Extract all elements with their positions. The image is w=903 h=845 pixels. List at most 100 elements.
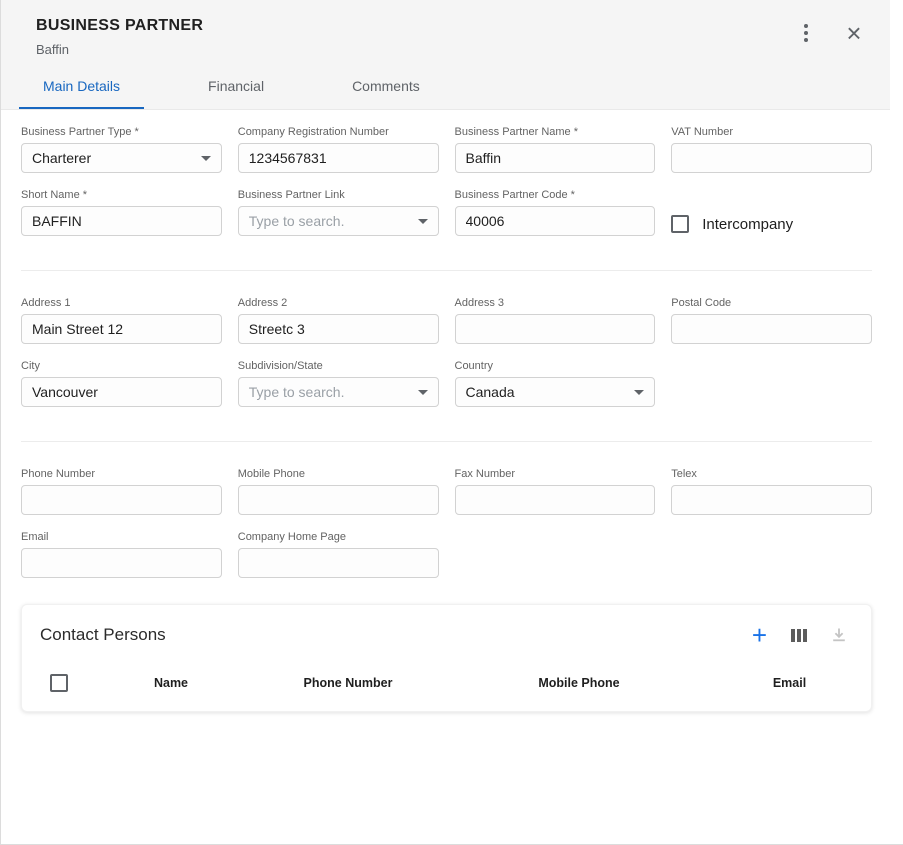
contact-section: Phone Number Mobile Phone Fax Number Tel… (21, 468, 872, 578)
field-label: Postal Code (671, 297, 872, 309)
chevron-down-icon (201, 156, 211, 161)
intercompany-label: Intercompany (702, 216, 793, 233)
tab-financial[interactable]: Financial (184, 65, 288, 109)
contact-persons-table-header: Name Phone Number Mobile Phone Email (22, 659, 871, 711)
business-partner-link-select[interactable]: Type to search. (238, 206, 439, 236)
section-divider (21, 441, 872, 442)
select-all-checkbox[interactable] (50, 674, 68, 692)
field-business-partner-type: Business Partner Type * Charterer (21, 126, 222, 173)
chevron-down-icon (418, 390, 428, 395)
chevron-down-icon (634, 390, 644, 395)
company-registration-number-input[interactable] (238, 143, 439, 173)
business-partner-type-select[interactable]: Charterer (21, 143, 222, 173)
chevron-down-icon (418, 219, 428, 224)
field-label: Business Partner Name * (455, 126, 656, 138)
field-address-2: Address 2 (238, 297, 439, 344)
city-input[interactable] (21, 377, 222, 407)
empty-cell (671, 531, 872, 578)
column-header-phone-number: Phone Number (246, 676, 450, 690)
field-label: Business Partner Type * (21, 126, 222, 138)
column-header-email: Email (708, 676, 871, 690)
field-label: VAT Number (671, 126, 872, 138)
field-label: Country (455, 360, 656, 372)
field-label: Address 1 (21, 297, 222, 309)
field-fax-number: Fax Number (455, 468, 656, 515)
partner-section: Business Partner Type * Charterer Compan… (21, 126, 872, 236)
field-label: Short Name * (21, 189, 222, 201)
field-label: Business Partner Link (238, 189, 439, 201)
short-name-input[interactable] (21, 206, 222, 236)
field-company-registration-number: Company Registration Number (238, 126, 439, 173)
field-intercompany: Intercompany (671, 212, 872, 236)
select-value: Canada (466, 384, 515, 400)
field-label: Business Partner Code * (455, 189, 656, 201)
column-header-mobile-phone: Mobile Phone (450, 676, 708, 690)
address-1-input[interactable] (21, 314, 222, 344)
fax-number-input[interactable] (455, 485, 656, 515)
field-label: Fax Number (455, 468, 656, 480)
address-3-input[interactable] (455, 314, 656, 344)
telex-input[interactable] (671, 485, 872, 515)
field-city: City (21, 360, 222, 407)
intercompany-checkbox[interactable] (671, 215, 689, 233)
header-titles: BUSINESS PARTNER Baffin (36, 15, 203, 57)
email-input[interactable] (21, 548, 222, 578)
field-postal-code: Postal Code (671, 297, 872, 344)
page-subtitle: Baffin (36, 42, 203, 57)
field-label: Address 2 (238, 297, 439, 309)
field-country: Country Canada (455, 360, 656, 407)
tab-main-details[interactable]: Main Details (19, 65, 144, 109)
field-subdivision-state: Subdivision/State Type to search. (238, 360, 439, 407)
field-company-home-page: Company Home Page (238, 531, 439, 578)
add-contact-person-icon[interactable]: + (752, 625, 767, 645)
download-icon[interactable] (831, 627, 847, 643)
contact-persons-card: Contact Persons + (21, 604, 872, 712)
tab-bar: Main Details Financial Comments (1, 65, 890, 109)
mobile-phone-input[interactable] (238, 485, 439, 515)
country-select[interactable]: Canada (455, 377, 656, 407)
page-title: BUSINESS PARTNER (36, 15, 203, 37)
dialog-header: BUSINESS PARTNER Baffin × Main Details F… (1, 0, 890, 110)
contact-persons-title: Contact Persons (40, 625, 166, 645)
field-address-1: Address 1 (21, 297, 222, 344)
postal-code-input[interactable] (671, 314, 872, 344)
field-label: Telex (671, 468, 872, 480)
empty-cell (671, 360, 872, 407)
close-icon[interactable]: × (842, 21, 866, 45)
field-business-partner-code: Business Partner Code * (455, 189, 656, 236)
field-email: Email (21, 531, 222, 578)
business-partner-dialog: BUSINESS PARTNER Baffin × Main Details F… (1, 0, 890, 712)
field-telex: Telex (671, 468, 872, 515)
select-value: Charterer (32, 150, 91, 166)
select-placeholder: Type to search. (249, 213, 345, 229)
business-partner-code-input[interactable] (455, 206, 656, 236)
field-label: Address 3 (455, 297, 656, 309)
field-label: Phone Number (21, 468, 222, 480)
field-label: Company Registration Number (238, 126, 439, 138)
field-label: Mobile Phone (238, 468, 439, 480)
column-settings-icon[interactable] (791, 629, 807, 642)
section-divider (21, 270, 872, 271)
field-label: Email (21, 531, 222, 543)
vat-number-input[interactable] (671, 143, 872, 173)
field-label: Subdivision/State (238, 360, 439, 372)
tab-comments[interactable]: Comments (328, 65, 444, 109)
subdivision-state-select[interactable]: Type to search. (238, 377, 439, 407)
field-vat-number: VAT Number (671, 126, 872, 173)
contact-persons-actions: + (752, 625, 847, 645)
field-short-name: Short Name * (21, 189, 222, 236)
address-section: Address 1 Address 2 Address 3 Postal Cod… (21, 297, 872, 407)
field-label: Company Home Page (238, 531, 439, 543)
phone-number-input[interactable] (21, 485, 222, 515)
business-partner-name-input[interactable] (455, 143, 656, 173)
select-placeholder: Type to search. (249, 384, 345, 400)
business-partner-window: BUSINESS PARTNER Baffin × Main Details F… (0, 0, 903, 845)
field-phone-number: Phone Number (21, 468, 222, 515)
field-business-partner-link: Business Partner Link Type to search. (238, 189, 439, 236)
field-business-partner-name: Business Partner Name * (455, 126, 656, 173)
company-home-page-input[interactable] (238, 548, 439, 578)
more-options-icon[interactable] (794, 21, 818, 45)
address-2-input[interactable] (238, 314, 439, 344)
field-label: City (21, 360, 222, 372)
empty-cell (455, 531, 656, 578)
